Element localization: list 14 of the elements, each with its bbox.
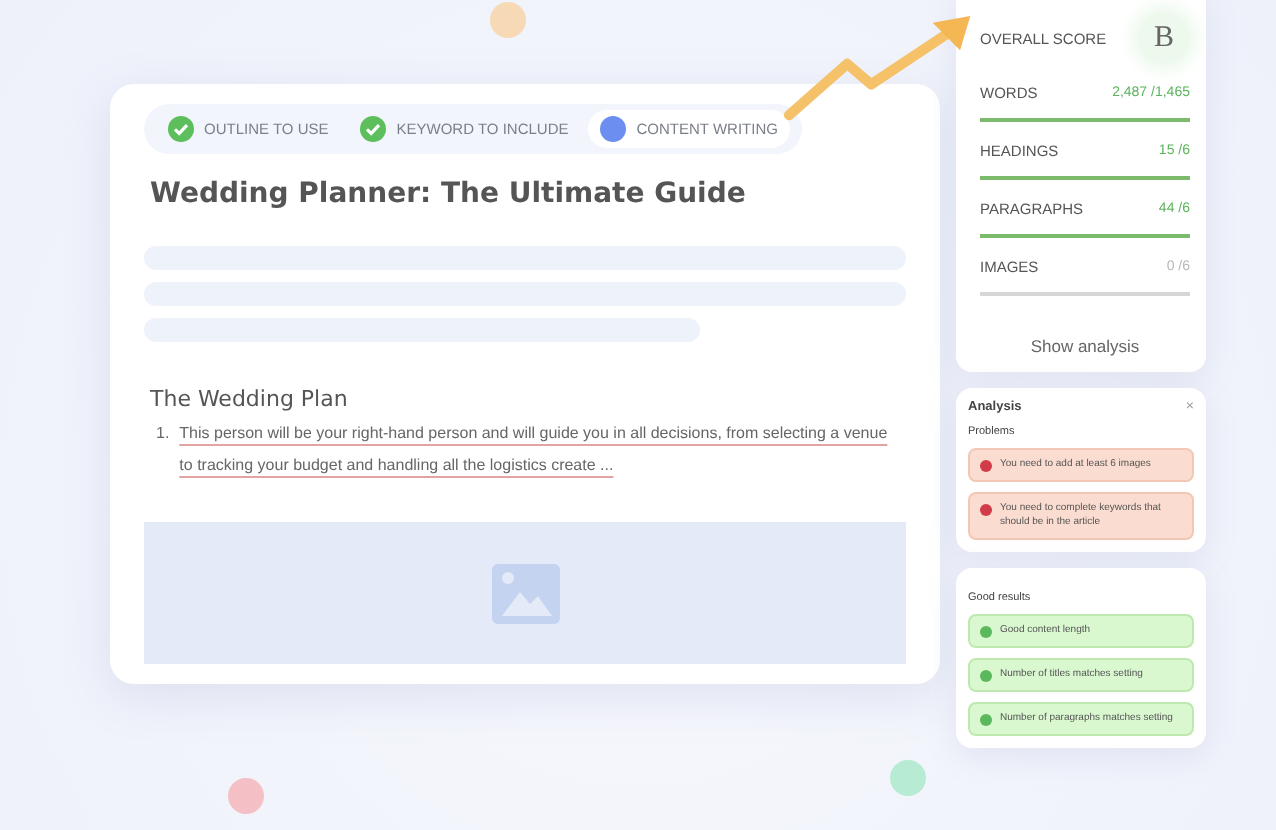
check-icon bbox=[168, 116, 194, 142]
progress-dot bbox=[600, 116, 627, 142]
list-number: 1. bbox=[156, 422, 170, 446]
paragraph: This person will be your right-hand person and will guide you in all decisions, from selecting a venue to tracking your budget and handling all the logistics create ... bbox=[179, 422, 890, 478]
decorative-dot bbox=[490, 2, 526, 38]
article-title: Wedding Planner: The Ultimate Guide bbox=[150, 178, 748, 210]
trend-arrow-icon bbox=[782, 16, 974, 122]
decorative-dot bbox=[890, 760, 926, 796]
check-icon bbox=[360, 116, 387, 142]
score-grade: B bbox=[1138, 12, 1190, 64]
image-icon bbox=[491, 563, 559, 623]
decorative-dot bbox=[228, 778, 264, 814]
show-analysis-link[interactable]: Show analysis bbox=[980, 336, 1190, 356]
section-heading: The Wedding Plan bbox=[150, 386, 350, 412]
